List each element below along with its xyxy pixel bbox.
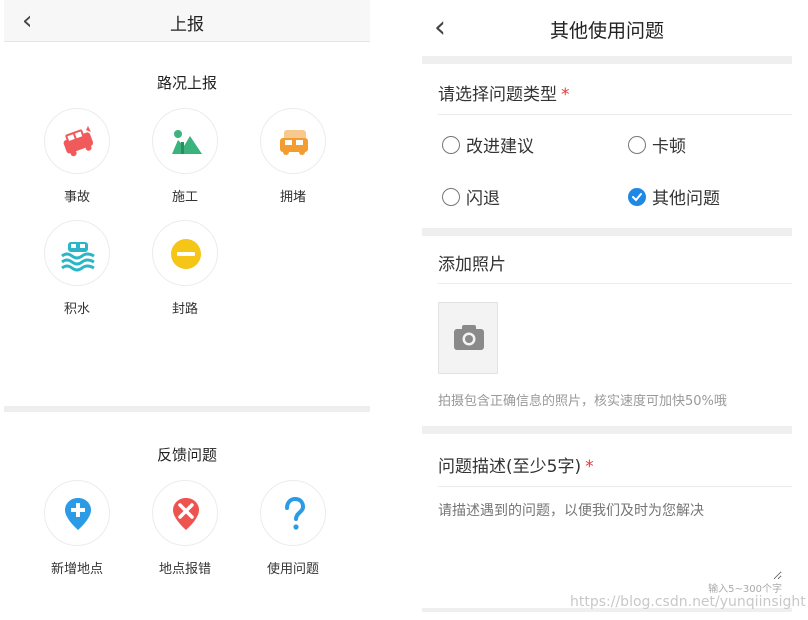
tile-add-circle (44, 480, 110, 546)
tile-location-error[interactable]: 地点报错 (150, 480, 220, 577)
tile-label: 使用问题 (266, 562, 319, 577)
row-divider (438, 283, 792, 284)
tile-usage-issue[interactable]: 使用问题 (258, 480, 328, 577)
row-divider (438, 486, 792, 487)
tile-flood[interactable]: 积水 (42, 220, 112, 317)
option-label: 改进建议 (466, 137, 534, 157)
option-other[interactable]: 其他问题 (628, 184, 720, 209)
option-label: 卡顿 (652, 137, 686, 157)
tile-label: 积水 (63, 302, 90, 317)
location-error-icon (173, 498, 199, 530)
tile-label: 新增地点 (50, 562, 103, 577)
issue-form-panel: ‹ 其他使用问题 请选择问题类型* 改进建议 卡顿 闪退 其他问题 添加照片 (422, 0, 792, 620)
description-label: 问题描述(至少5字) * (438, 452, 594, 477)
report-panel: ‹ 上报 路况上报 事故 施工 拥堵 积水 封路 反馈问题 新增地点 地点报错 … (4, 0, 370, 620)
add-location-icon (65, 498, 91, 530)
tile-label: 封路 (171, 302, 198, 317)
tile-label: 地点报错 (158, 562, 211, 577)
checkmark-icon (632, 192, 642, 201)
tile-construction[interactable]: 施工 (150, 108, 220, 205)
option-suggestion[interactable]: 改进建议 (442, 132, 534, 157)
option-label: 其他问题 (652, 189, 720, 209)
tile-label: 施工 (171, 190, 198, 205)
tile-closed-circle (152, 220, 218, 286)
tile-label: 事故 (63, 190, 90, 205)
radio-unchecked-icon (442, 135, 460, 154)
radio-unchecked-icon (628, 135, 646, 154)
page-title: 上报 (170, 15, 204, 35)
char-counter: 输入5~300个字 (708, 584, 782, 595)
description-input[interactable] (438, 500, 782, 580)
tile-road-closed[interactable]: 封路 (150, 220, 220, 317)
radio-checked-icon (628, 187, 646, 206)
tile-jam-circle (260, 108, 326, 174)
description-label-text: 问题描述(至少5字) (438, 457, 582, 477)
section-gap (422, 426, 792, 434)
watermark: https://blog.csdn.net/yunqiinsight (570, 594, 806, 610)
photo-label: 添加照片 (438, 255, 506, 275)
tile-flood-circle (44, 220, 110, 286)
section-gap (422, 56, 792, 64)
option-label: 闪退 (466, 189, 500, 209)
type-label: 请选择问题类型 * (438, 80, 570, 105)
feedback-title: 反馈问题 (156, 446, 217, 464)
radio-unchecked-icon (442, 187, 460, 206)
issue-nav-bar: ‹ 其他使用问题 (422, 0, 792, 56)
page-title: 其他使用问题 (549, 20, 664, 42)
question-icon (285, 496, 306, 530)
camera-icon (454, 325, 484, 350)
option-lag[interactable]: 卡顿 (628, 132, 686, 157)
photo-hint: 拍摄包含正确信息的照片，核实速度可加快50%哦 (438, 394, 727, 409)
required-mark: * (585, 457, 594, 477)
tile-accident-circle (44, 108, 110, 174)
tile-usage-circle (260, 480, 326, 546)
tile-label: 拥堵 (279, 190, 306, 205)
car-crash-icon (63, 126, 94, 157)
section-divider (4, 406, 370, 412)
road-report-title: 路况上报 (156, 74, 217, 92)
road-closed-icon (171, 239, 201, 269)
required-mark: * (561, 85, 570, 105)
traffic-jam-icon (280, 130, 308, 155)
add-photo-button[interactable] (438, 302, 498, 374)
row-divider (438, 114, 792, 115)
option-crash[interactable]: 闪退 (442, 184, 500, 209)
section-gap (422, 228, 792, 236)
report-nav-bar: ‹ 上报 (4, 0, 370, 42)
tile-add-location[interactable]: 新增地点 (42, 480, 112, 577)
tile-traffic-jam[interactable]: 拥堵 (258, 108, 328, 205)
flood-icon (61, 242, 95, 272)
tile-error-circle (152, 480, 218, 546)
tile-accident[interactable]: 事故 (42, 108, 112, 205)
construction-icon (172, 130, 202, 154)
type-label-text: 请选择问题类型 (438, 85, 557, 105)
tile-construction-circle (152, 108, 218, 174)
